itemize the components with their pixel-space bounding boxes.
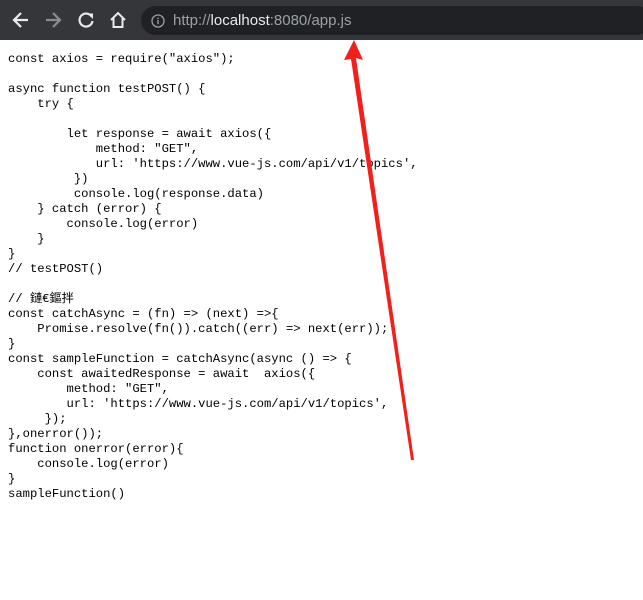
- browser-toolbar: http://localhost:8080/app.js: [0, 0, 643, 40]
- forward-button[interactable]: [40, 7, 66, 33]
- code-line: url: 'https://www.vue-js.com/api/v1/topi…: [8, 157, 418, 171]
- code-line: }): [8, 172, 89, 186]
- back-arrow-icon: [12, 12, 28, 28]
- code-line: function onerror(error){: [8, 442, 184, 456]
- url-scheme: http://: [173, 12, 211, 29]
- code-line: console.log(error): [8, 217, 199, 231]
- code-line: // testPOST(): [8, 262, 104, 276]
- code-line: },onerror());: [8, 427, 104, 441]
- code-line: console.log(response.data): [8, 187, 264, 201]
- code-line: let response = await axios({: [8, 127, 272, 141]
- info-icon[interactable]: [151, 13, 165, 28]
- code-line: sampleFunction(): [8, 487, 126, 501]
- home-button[interactable]: [105, 7, 131, 33]
- code-line: const sampleFunction = catchAsync(async …: [8, 352, 352, 366]
- reload-button[interactable]: [73, 7, 99, 33]
- address-bar[interactable]: http://localhost:8080/app.js: [141, 6, 643, 35]
- code-line: }: [8, 472, 16, 486]
- code-line: Promise.resolve(fn()).catch((err) => nex…: [8, 322, 389, 336]
- reload-icon: [78, 12, 94, 28]
- code-line: }: [8, 232, 45, 246]
- code-line: }: [8, 247, 16, 261]
- code-line: async function testPOST() {: [8, 82, 206, 96]
- url-host: localhost: [210, 12, 270, 29]
- code-line: } catch (error) {: [8, 202, 162, 216]
- code-line: method: "GET",: [8, 382, 169, 396]
- code-line: try {: [8, 97, 74, 111]
- code-line: const catchAsync = (fn) => (next) =>{: [8, 307, 279, 321]
- code-line: method: "GET",: [8, 142, 199, 156]
- code-line: const awaitedResponse = await axios({: [8, 367, 316, 381]
- source-code: const axios = require("axios"); async fu…: [0, 40, 643, 502]
- page-content: const axios = require("axios"); async fu…: [0, 40, 643, 600]
- forward-arrow-icon: [46, 12, 62, 28]
- code-line: const axios = require("axios");: [8, 52, 235, 66]
- code-line: // 鏈€鏂拌: [8, 292, 74, 306]
- code-line: console.log(error): [8, 457, 169, 471]
- url-path: :8080/app.js: [269, 12, 352, 29]
- url-text[interactable]: http://localhost:8080/app.js: [173, 12, 351, 29]
- code-line: }: [8, 337, 16, 351]
- back-button[interactable]: [8, 7, 34, 33]
- code-line: url: 'https://www.vue-js.com/api/v1/topi…: [8, 397, 389, 411]
- home-icon: [110, 11, 126, 28]
- code-line: });: [8, 412, 67, 426]
